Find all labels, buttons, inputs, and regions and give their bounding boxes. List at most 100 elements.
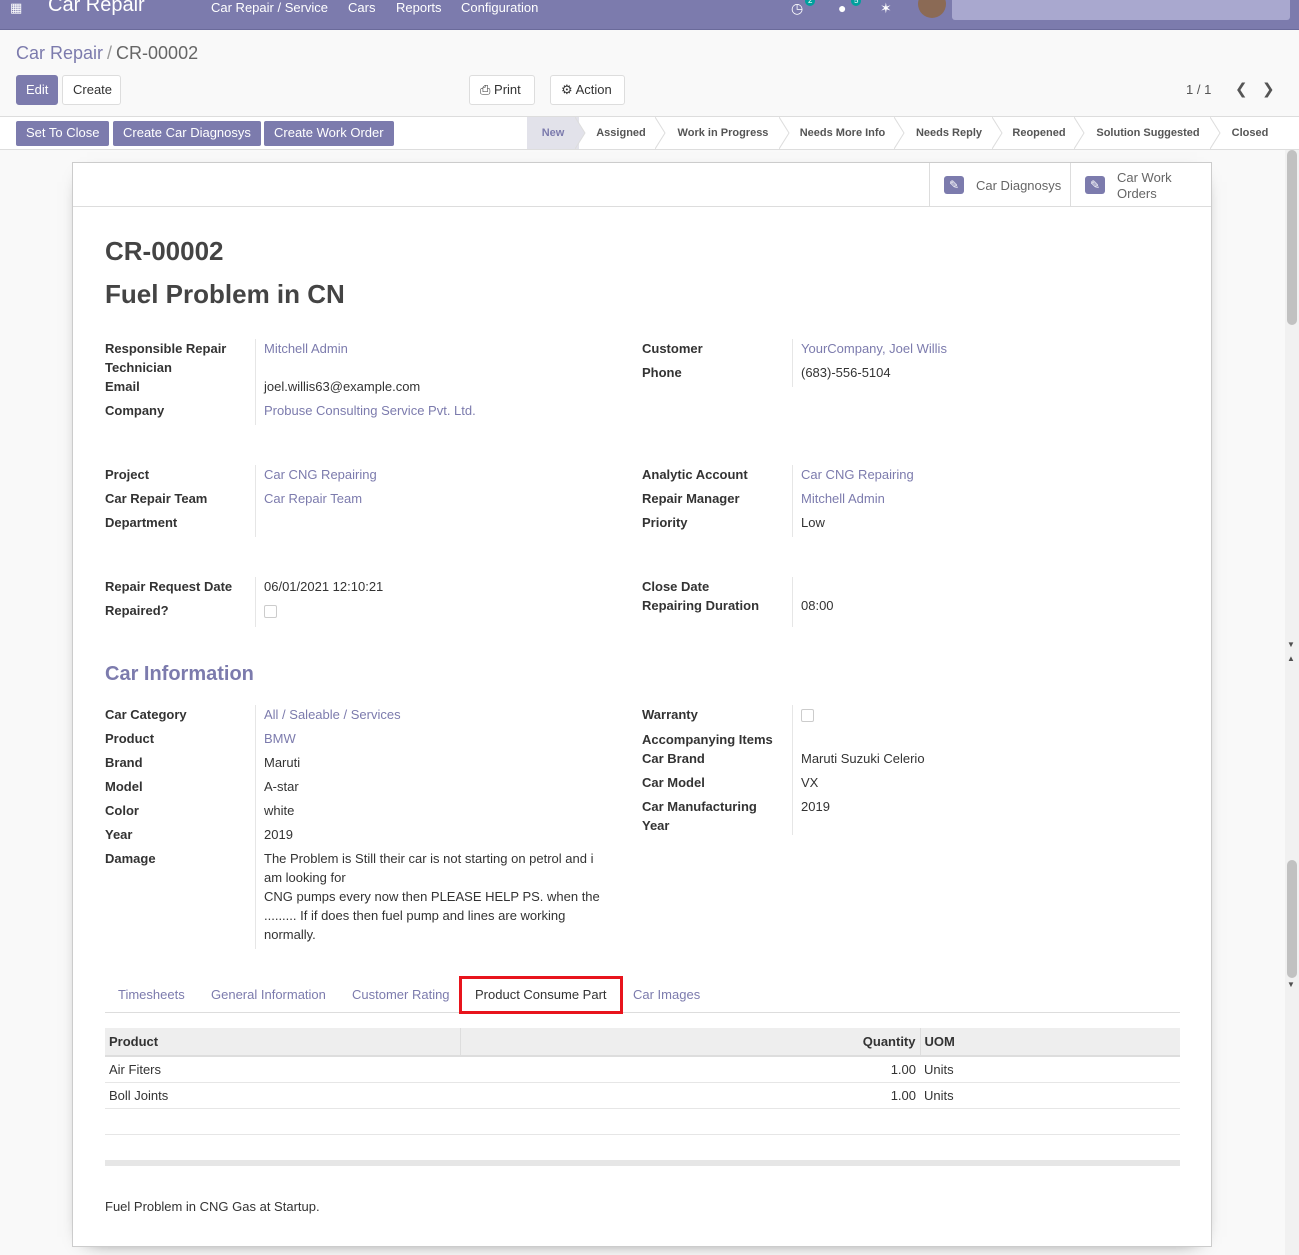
- print-button[interactable]: ⎙ Print: [469, 75, 535, 105]
- warranty-checkbox[interactable]: [801, 709, 814, 722]
- apps-menu-icon[interactable]: ▦: [10, 0, 22, 16]
- tab-customer-rating[interactable]: Customer Rating: [352, 987, 450, 1002]
- menu-reports[interactable]: Reports: [396, 0, 442, 15]
- car-brand-value: Maruti Suzuki Celerio: [801, 751, 925, 766]
- debug-bug-icon[interactable]: ✶: [880, 0, 892, 17]
- column-header-uom[interactable]: UOM: [919, 1028, 1180, 1057]
- tab-general-information[interactable]: General Information: [211, 987, 326, 1002]
- company-value[interactable]: Probuse Consulting Service Pvt. Ltd.: [264, 401, 476, 420]
- table-row[interactable]: Air Fiters 1.00 Units: [105, 1056, 1180, 1083]
- activity-clock-icon[interactable]: ◷: [791, 0, 803, 17]
- breadcrumb-separator: /: [107, 43, 113, 63]
- stage-needs-more-info[interactable]: Needs More Info: [791, 117, 894, 149]
- car-diagnosys-smart-button[interactable]: ✎ Car Diagnosys: [929, 163, 1070, 207]
- tab-car-images[interactable]: Car Images: [633, 987, 700, 1002]
- car-work-orders-smart-button[interactable]: ✎ Car Work Orders: [1070, 163, 1211, 207]
- table-empty-row: [105, 1108, 1180, 1135]
- pager-previous-icon[interactable]: ❮: [1235, 80, 1248, 98]
- email-label: Email: [105, 379, 140, 394]
- stage-new[interactable]: New: [527, 117, 579, 149]
- row-uom: Units: [920, 1082, 1180, 1109]
- technician-label: Responsible Repair Technician: [105, 341, 227, 375]
- stage-solution-suggested[interactable]: Solution Suggested: [1086, 117, 1210, 149]
- car-manufacturing-year-label: Car Manufacturing Year: [642, 799, 757, 833]
- product-value[interactable]: BMW: [264, 729, 296, 748]
- messages-badge: 5: [851, 0, 862, 6]
- pager-next-icon[interactable]: ❯: [1262, 80, 1275, 98]
- year-value: 2019: [264, 827, 293, 842]
- row-quantity: 1.00: [460, 1056, 920, 1083]
- team-value[interactable]: Car Repair Team: [264, 489, 362, 508]
- table-row[interactable]: Boll Joints 1.00 Units: [105, 1082, 1180, 1109]
- printer-icon: ⎙: [480, 82, 491, 97]
- stage-closed[interactable]: Closed: [1222, 117, 1278, 149]
- brand-value: Maruti: [264, 755, 301, 770]
- menu-configuration[interactable]: Configuration: [461, 0, 538, 15]
- active-tab-highlight: [459, 976, 623, 1014]
- repaired-checkbox[interactable]: [264, 605, 277, 618]
- create-work-order-button[interactable]: Create Work Order: [264, 121, 394, 146]
- status-bar: Set To Close Create Car Diagnosys Create…: [0, 116, 1299, 150]
- menu-car-repair-service[interactable]: Car Repair / Service: [211, 0, 328, 15]
- car-category-label: Car Category: [105, 707, 187, 722]
- project-value[interactable]: Car CNG Repairing: [264, 465, 377, 484]
- repair-manager-value[interactable]: Mitchell Admin: [801, 489, 885, 508]
- column-header-product[interactable]: Product: [105, 1028, 461, 1057]
- menu-cars[interactable]: Cars: [348, 0, 375, 15]
- color-label: Color: [105, 803, 139, 818]
- column-header-quantity[interactable]: Quantity: [460, 1028, 920, 1057]
- car-work-orders-label: Car Work Orders: [1117, 170, 1172, 201]
- description-note: Fuel Problem in CNG Gas at Startup.: [105, 1199, 320, 1214]
- action-button[interactable]: ⚙ Action: [550, 75, 625, 105]
- form-sheet: ✎ Car Diagnosys ✎ Car Work Orders CR-0000…: [72, 162, 1212, 1247]
- email-value: joel.willis63@example.com: [264, 379, 421, 394]
- action-label: Action: [575, 82, 612, 97]
- scroll-down-arrow-icon[interactable]: ▼: [1287, 640, 1295, 649]
- damage-label: Damage: [105, 851, 156, 866]
- user-avatar[interactable]: [918, 0, 946, 18]
- user-menu-blurred[interactable]: [952, 0, 1290, 20]
- row-uom: Units: [920, 1056, 1180, 1083]
- pencil-icon: ✎: [1085, 176, 1105, 194]
- page-scrollbar[interactable]: ▼ ▲ ▼: [1285, 150, 1299, 1255]
- technician-value[interactable]: Mitchell Admin: [264, 339, 348, 358]
- stage-assigned[interactable]: Assigned: [587, 117, 655, 149]
- create-car-diagnosys-button[interactable]: Create Car Diagnosys: [113, 121, 261, 146]
- model-label: Model: [105, 779, 143, 794]
- notebook-tabs: Timesheets General Information Customer …: [105, 975, 1180, 1013]
- breadcrumb-parent[interactable]: Car Repair: [16, 43, 103, 63]
- phone-label: Phone: [642, 365, 682, 380]
- stage-separator: [779, 117, 790, 149]
- customer-value[interactable]: YourCompany, Joel Willis: [801, 339, 947, 358]
- record-reference: CR-00002: [105, 236, 224, 266]
- stage-needs-reply[interactable]: Needs Reply: [906, 117, 992, 149]
- field-divider: [255, 465, 256, 537]
- breadcrumb: Car Repair / CR-00002: [16, 43, 198, 64]
- set-to-close-button[interactable]: Set To Close: [16, 121, 110, 146]
- scrollbar-thumb-upper[interactable]: [1287, 150, 1297, 325]
- stage-separator: [655, 117, 666, 149]
- stage-separator: [575, 117, 586, 149]
- phone-value: (683)-556-5104: [801, 365, 891, 380]
- company-label: Company: [105, 403, 165, 418]
- product-consume-part-table: Product Quantity UOM Air Fiters 1.00 Uni…: [105, 1028, 1180, 1135]
- repaired-label: Repaired?: [105, 603, 169, 618]
- scroll-up-arrow-icon[interactable]: ▲: [1287, 654, 1295, 663]
- tab-timesheets[interactable]: Timesheets: [118, 987, 185, 1002]
- repair-request-date-value: 06/01/2021 12:10:21: [264, 579, 384, 594]
- row-quantity: 1.00: [460, 1082, 920, 1109]
- field-divider: [255, 577, 256, 627]
- car-diagnosys-label: Car Diagnosys: [976, 178, 1062, 193]
- analytic-account-value[interactable]: Car CNG Repairing: [801, 465, 914, 484]
- stage-reopened[interactable]: Reopened: [1004, 117, 1074, 149]
- field-divider: [792, 339, 793, 387]
- scroll-down-arrow-icon[interactable]: ▼: [1287, 980, 1295, 989]
- car-category-value[interactable]: All / Saleable / Services: [264, 705, 401, 724]
- stage-work-in-progress[interactable]: Work in Progress: [667, 117, 779, 149]
- priority-label: Priority: [642, 515, 688, 530]
- edit-button[interactable]: Edit: [16, 75, 58, 105]
- activity-badge: 2: [805, 0, 816, 6]
- messages-chat-icon[interactable]: ●: [838, 0, 846, 16]
- create-button[interactable]: Create: [62, 75, 121, 105]
- scrollbar-thumb-lower[interactable]: [1287, 860, 1297, 978]
